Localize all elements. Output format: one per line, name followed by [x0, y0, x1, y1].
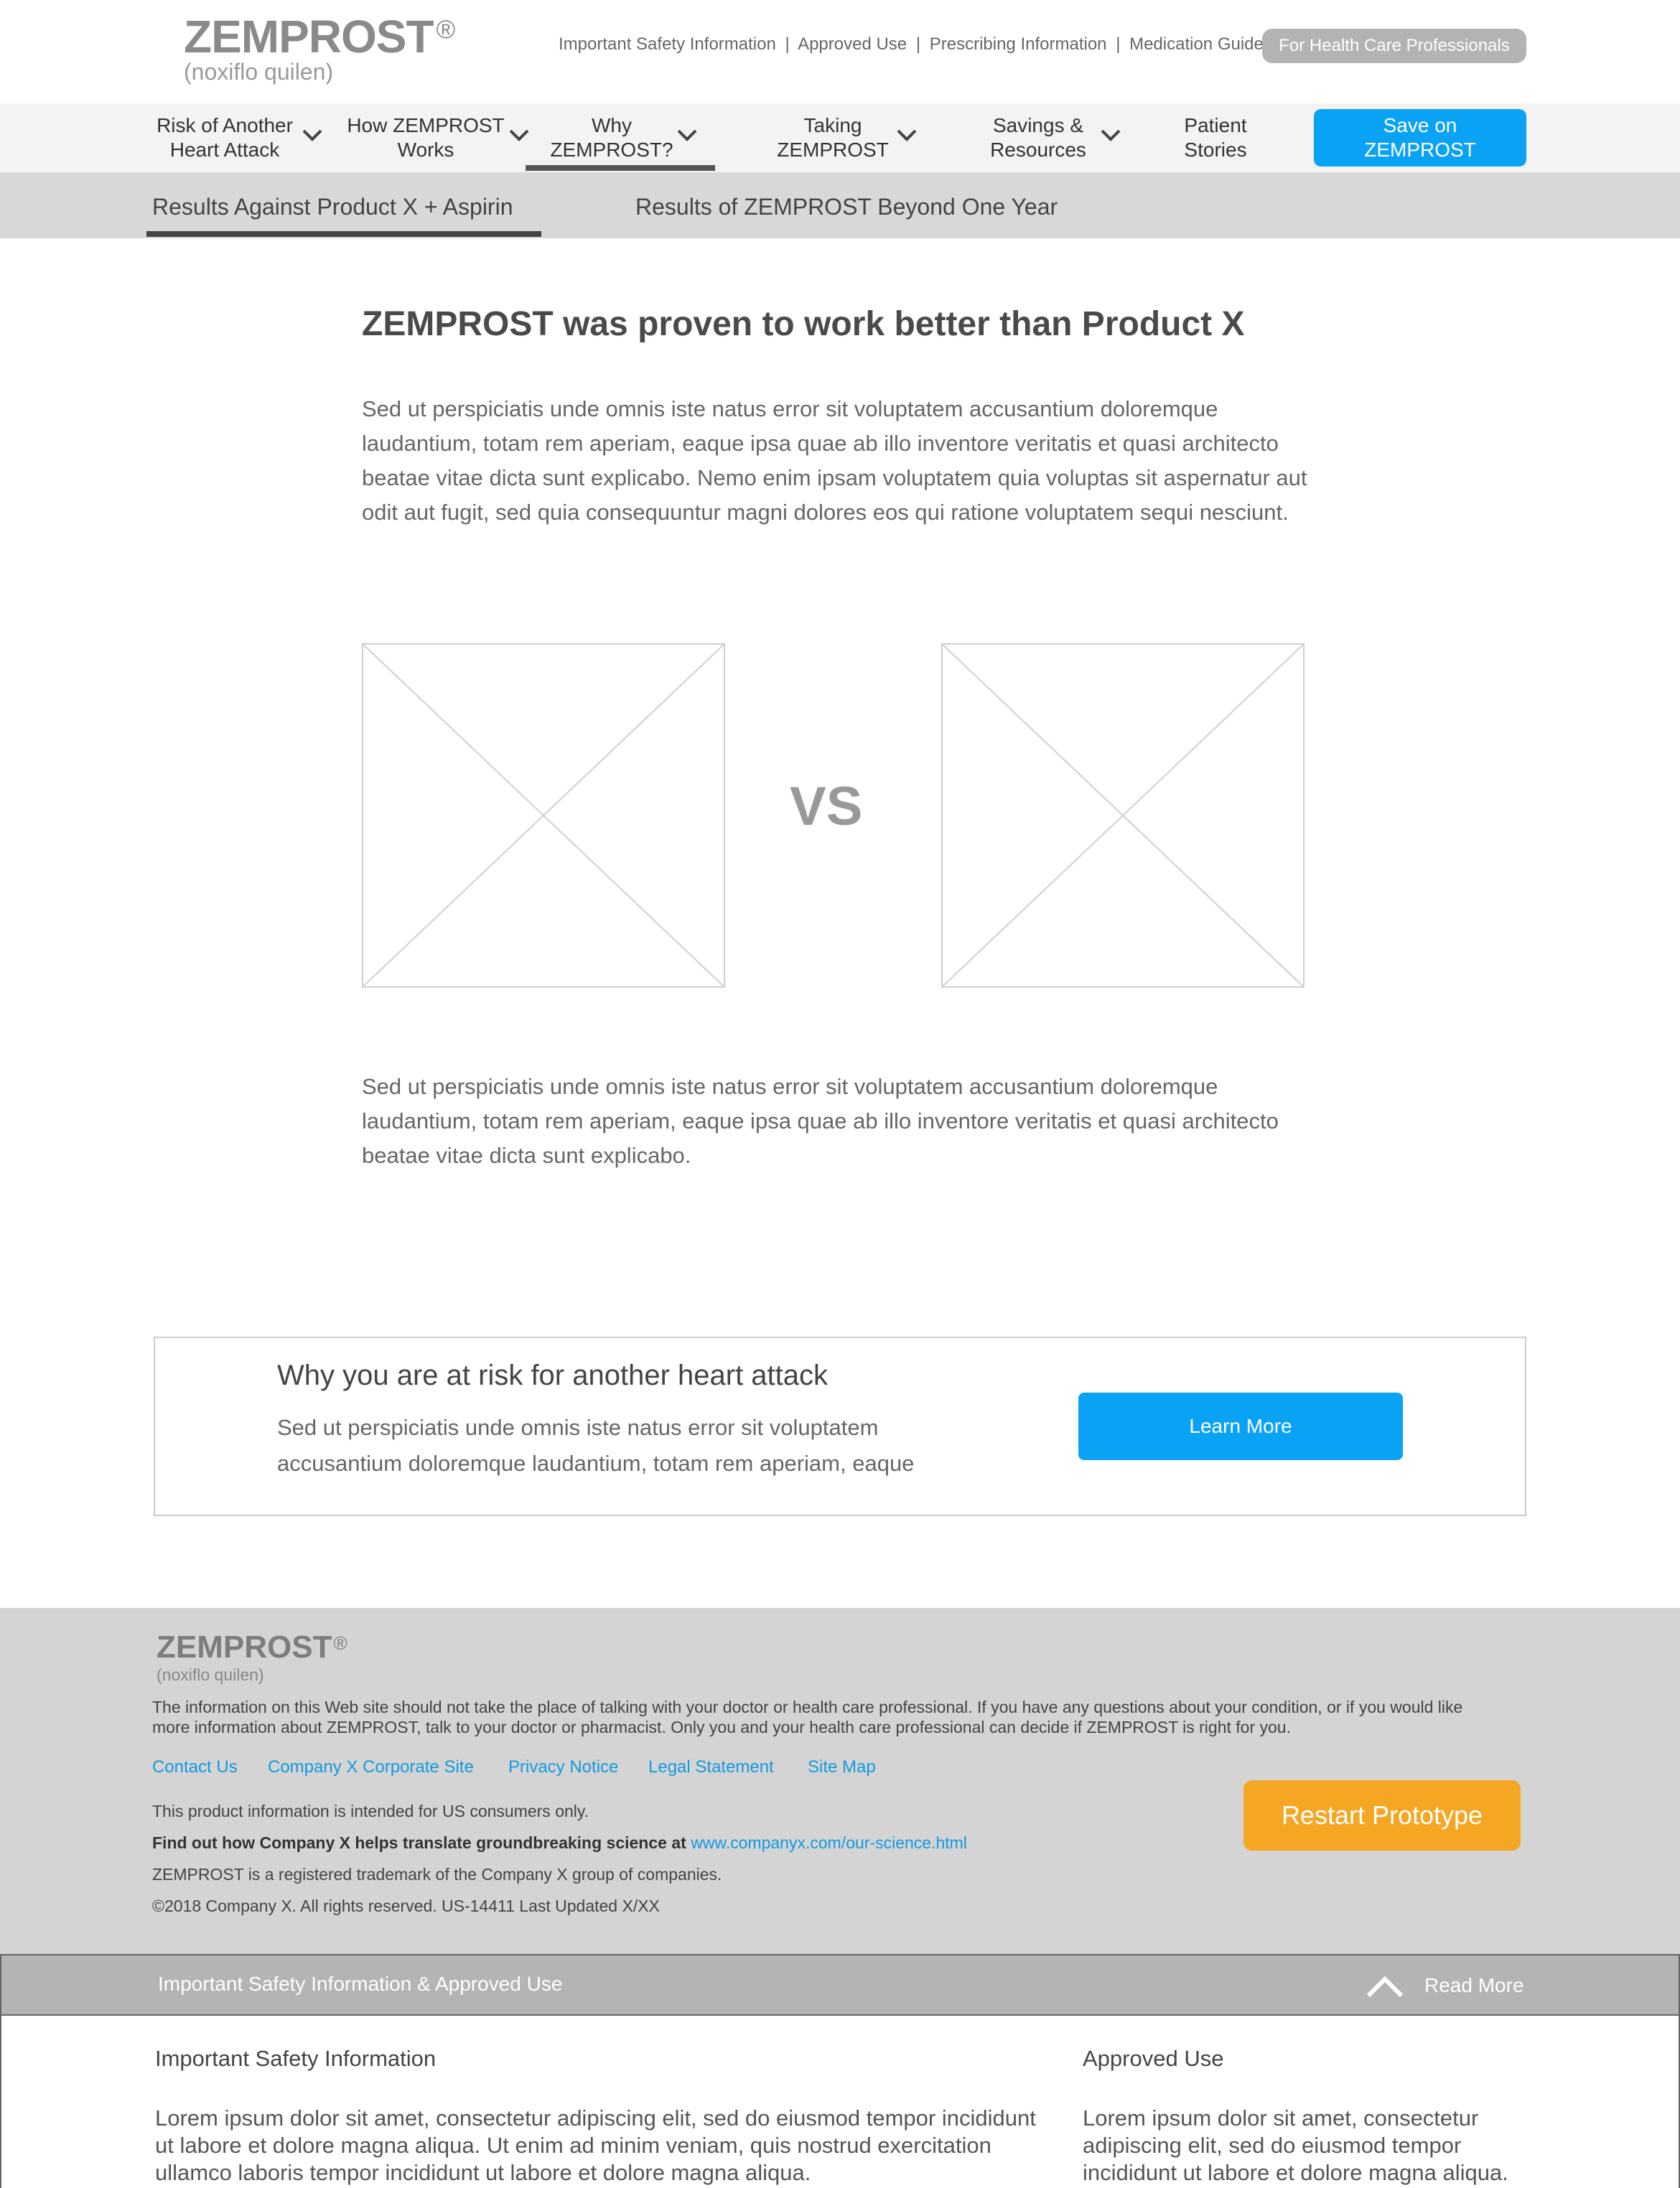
- nav-item-label-line2: Stories: [1184, 139, 1247, 161]
- subtab-active-indicator: [146, 231, 541, 237]
- isi-text: Lorem ipsum dolor sit amet, consectetur …: [155, 2105, 1036, 2185]
- isi-bar-title: Important Safety Information & Approved …: [158, 1973, 563, 1995]
- footer-brand-generic-name: (noxiflo quilen): [157, 1665, 264, 1684]
- restart-prototype-button[interactable]: Restart Prototype: [1243, 1780, 1521, 1851]
- approved-use-heading: Approved Use: [1083, 2046, 1224, 2071]
- learn-more-button[interactable]: Learn More: [1078, 1393, 1403, 1460]
- placeholder-x-icon: [363, 645, 724, 986]
- nav-item-label-line1: Why: [592, 114, 632, 136]
- footer: ZEMPROST® (noxiflo quilen) The informati…: [0, 1608, 1680, 1954]
- chevron-down-icon[interactable]: [676, 128, 698, 142]
- nav-item-label-line2: Works: [397, 139, 454, 161]
- footer-brand-logo[interactable]: ZEMPROST®: [157, 1630, 347, 1665]
- util-link-safety[interactable]: Important Safety Information: [559, 34, 776, 54]
- util-link-approved-use[interactable]: Approved Use: [798, 34, 907, 54]
- footer-brand-name: ZEMPROST: [157, 1630, 332, 1665]
- image-placeholder-right: [941, 643, 1305, 988]
- placeholder-x-icon: [943, 645, 1303, 986]
- registered-mark: ®: [436, 14, 456, 44]
- save-button-line2: ZEMPROST: [1364, 139, 1476, 161]
- nav-item-patient-stories[interactable]: Patient Stories: [1156, 113, 1275, 162]
- footer-trademark: ZEMPROST is a registered trademark of th…: [152, 1865, 722, 1884]
- page-title: ZEMPROST was proven to work better than …: [362, 305, 1245, 343]
- nav-item-label-line2: ZEMPROST?: [550, 139, 673, 161]
- chevron-down-icon[interactable]: [508, 128, 530, 142]
- brand-generic-name: (noxiflo quilen): [184, 59, 334, 85]
- isi-bar[interactable]: Important Safety Information & Approved …: [0, 1954, 1680, 2016]
- footer-us-only: This product information is intended for…: [152, 1802, 589, 1820]
- util-separator: |: [785, 34, 790, 54]
- nav-item-label-line2: Heart Attack: [169, 139, 280, 161]
- chevron-up-icon[interactable]: [1366, 1974, 1404, 1998]
- footer-link-privacy[interactable]: Privacy Notice: [508, 1757, 618, 1777]
- read-more-link[interactable]: Read More: [1424, 1974, 1524, 1997]
- util-separator: |: [1116, 34, 1121, 54]
- cta-title: Why you are at risk for another heart at…: [277, 1360, 829, 1391]
- save-button-line1: Save on: [1383, 114, 1457, 136]
- registered-mark: ®: [333, 1632, 347, 1654]
- util-separator: |: [915, 34, 921, 54]
- chevron-down-icon[interactable]: [1100, 128, 1121, 142]
- nav-item-savings[interactable]: Savings & Resources: [969, 113, 1107, 162]
- nav-item-label-line2: ZEMPROST: [777, 139, 889, 161]
- vs-label: VS: [790, 776, 863, 837]
- subtab-results-beyond-one-year[interactable]: Results of ZEMPROST Beyond One Year: [635, 194, 1058, 220]
- footer-disclaimer: The information on this Web site should …: [152, 1698, 1463, 1736]
- nav-item-risk[interactable]: Risk of Another Heart Attack: [149, 113, 300, 162]
- nav-item-label-line1: Taking: [803, 114, 862, 136]
- subtab-results-vs-product-x[interactable]: Results Against Product X + Aspirin: [152, 194, 513, 220]
- isi-heading: Important Safety Information: [155, 2046, 437, 2071]
- chevron-down-icon[interactable]: [302, 128, 323, 142]
- nav-item-taking[interactable]: Taking ZEMPROST: [761, 113, 905, 162]
- nav-item-label-line2: Resources: [990, 139, 1086, 161]
- isi-content: Important Safety Information Lorem ipsum…: [0, 2016, 1680, 2188]
- brand-name: ZEMPROST: [184, 11, 434, 62]
- chevron-down-icon[interactable]: [896, 128, 918, 142]
- brand-logo[interactable]: ZEMPROST ®: [184, 10, 456, 63]
- cta-card: Why you are at risk for another heart at…: [154, 1337, 1526, 1516]
- hcp-button[interactable]: For Health Care Professionals: [1262, 29, 1526, 63]
- footer-link-corporate[interactable]: Company X Corporate Site: [268, 1757, 474, 1777]
- main-nav: Risk of Another Heart Attack How ZEMPROS…: [0, 103, 1680, 172]
- cta-text: Sed ut perspiciatis unde omnis iste natu…: [277, 1415, 915, 1476]
- save-on-zemprost-button[interactable]: Save on ZEMPROST: [1314, 109, 1526, 167]
- footer-link-contact[interactable]: Contact Us: [152, 1757, 238, 1777]
- util-link-med-guide[interactable]: Medication Guide: [1129, 34, 1264, 54]
- utility-links: Important Safety Information | Approved …: [559, 34, 1264, 55]
- top-header: ZEMPROST ® (noxiflo quilen) Important Saf…: [0, 0, 1680, 103]
- image-placeholder-left: [362, 643, 725, 988]
- nav-item-label-line1: How ZEMPROST: [347, 114, 505, 136]
- summary-paragraph: Sed ut perspiciatis unde omnis iste natu…: [362, 1074, 1279, 1168]
- nav-item-label-line1: Patient: [1184, 114, 1247, 136]
- nav-item-how-it-works[interactable]: How ZEMPROST Works: [345, 113, 507, 162]
- footer-link-legal[interactable]: Legal Statement: [648, 1757, 774, 1777]
- footer-copyright: ©2018 Company X. All rights reserved. US…: [152, 1897, 660, 1915]
- footer-link-sitemap[interactable]: Site Map: [808, 1757, 876, 1777]
- approved-use-text: Lorem ipsum dolor sit amet, consectetur …: [1083, 2105, 1508, 2185]
- footer-science-line: Find out how Company X helps translate g…: [152, 1833, 967, 1853]
- nav-item-label-line1: Savings &: [992, 114, 1084, 136]
- util-link-prescribing[interactable]: Prescribing Information: [930, 34, 1107, 54]
- nav-item-why[interactable]: Why ZEMPROST?: [546, 113, 678, 162]
- intro-paragraph: Sed ut perspiciatis unde omnis iste natu…: [362, 396, 1307, 525]
- nav-item-label-line1: Risk of Another: [157, 114, 293, 136]
- sub-nav: Results Against Product X + Aspirin Resu…: [0, 172, 1680, 238]
- footer-science-link[interactable]: www.companyx.com/our-science.html: [691, 1833, 967, 1852]
- nav-active-indicator: [526, 165, 715, 171]
- footer-science-text: Find out how Company X helps translate g…: [152, 1833, 686, 1852]
